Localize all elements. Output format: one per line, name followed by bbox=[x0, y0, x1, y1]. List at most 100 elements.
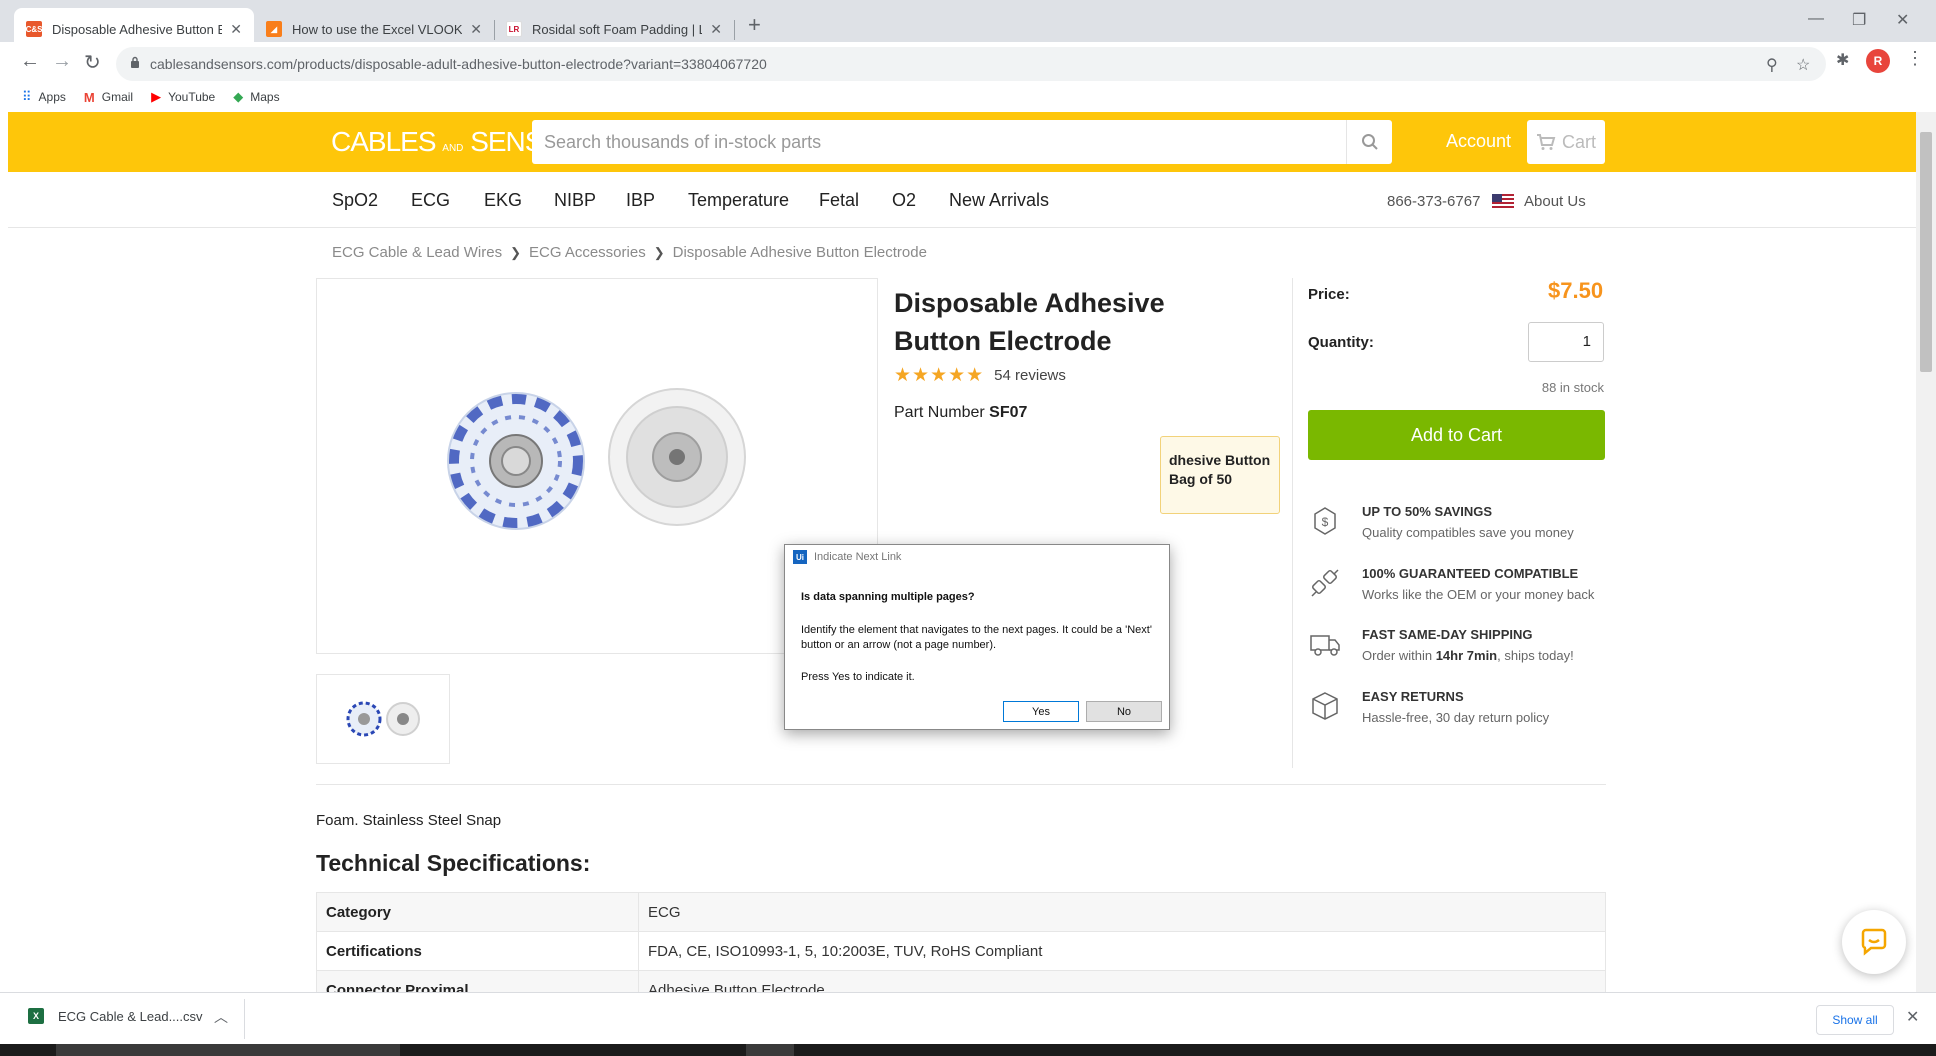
quantity-input[interactable]: 1 bbox=[1528, 322, 1604, 362]
shipping-text-prefix: Order within bbox=[1362, 648, 1436, 663]
product-variant-notice: dhesive Button Bag of 50 bbox=[1160, 436, 1280, 514]
taskbar-search[interactable] bbox=[56, 1044, 400, 1056]
bookmark-label: Maps bbox=[250, 90, 280, 104]
cables-sensors-favicon-icon: C&S bbox=[26, 21, 42, 37]
minimize-window-icon[interactable]: — bbox=[1808, 10, 1824, 28]
shipping-countdown: 14hr 7min bbox=[1435, 648, 1498, 663]
excel-file-icon: X bbox=[28, 1008, 44, 1024]
chevron-up-icon[interactable]: ︿ bbox=[214, 1007, 228, 1027]
search-icon bbox=[1361, 134, 1378, 150]
indicate-next-link-dialog: Ui Indicate Next Link Is data spanning m… bbox=[784, 544, 1170, 730]
about-us-link[interactable]: About Us bbox=[1524, 193, 1586, 210]
forward-arrow-icon[interactable]: → bbox=[52, 50, 72, 73]
cart-button[interactable]: Cart bbox=[1527, 120, 1605, 164]
tab-title: Rosidal soft Foam Padding | L&R bbox=[532, 21, 702, 37]
nav-o2[interactable]: O2 bbox=[892, 190, 916, 211]
tech-specs-heading: Technical Specifications: bbox=[316, 850, 591, 876]
no-button[interactable]: No bbox=[1086, 701, 1162, 722]
address-bar[interactable]: cablesandsensors.com/products/disposable… bbox=[116, 47, 1826, 81]
feature-text: Order within 14hr 7min, ships today! bbox=[1362, 648, 1574, 663]
logo-text-and: AND bbox=[442, 143, 464, 154]
bookmark-apps[interactable]: ⠿ Apps bbox=[22, 89, 66, 105]
nav-nibp[interactable]: NIBP bbox=[554, 190, 596, 211]
breadcrumb-ecg-cable-lead-wires[interactable]: ECG Cable & Lead Wires bbox=[332, 244, 502, 261]
page-scrollbar[interactable] bbox=[1916, 112, 1936, 992]
chrome-menu-icon[interactable]: ⋮ bbox=[1906, 48, 1924, 69]
variant-notice-text: dhesive Button Bag of 50 bbox=[1169, 451, 1270, 489]
scrollbar-thumb[interactable] bbox=[1920, 132, 1932, 372]
chat-widget-button[interactable] bbox=[1842, 910, 1906, 974]
product-thumbnail[interactable] bbox=[316, 674, 450, 764]
search-box bbox=[532, 120, 1392, 164]
close-tab-icon[interactable]: ✕ bbox=[230, 21, 242, 38]
breadcrumb-ecg-accessories[interactable]: ECG Accessories bbox=[529, 244, 646, 261]
nav-temperature[interactable]: Temperature bbox=[688, 190, 789, 211]
chat-bubble-icon bbox=[1861, 928, 1887, 956]
nav-ecg[interactable]: ECG bbox=[411, 190, 450, 211]
back-arrow-icon[interactable]: ← bbox=[20, 50, 40, 73]
nav-fetal[interactable]: Fetal bbox=[819, 190, 859, 211]
table-row: Connector Proximal Adhesive Button Elect… bbox=[316, 970, 1606, 992]
tech-specs-table: Category ECG Certifications FDA, CE, ISO… bbox=[316, 892, 1606, 992]
feature-title: UP TO 50% SAVINGS bbox=[1362, 504, 1493, 519]
search-input[interactable] bbox=[544, 130, 1324, 154]
url-text: cablesandsensors.com/products/disposable… bbox=[150, 56, 767, 72]
apps-grid-icon: ⠿ bbox=[22, 89, 32, 104]
close-tab-icon[interactable]: ✕ bbox=[470, 21, 482, 38]
yes-button[interactable]: Yes bbox=[1003, 701, 1079, 722]
part-number: Part Number SF07 bbox=[894, 404, 1027, 422]
product-title: Disposable Adhesive Button Electrode bbox=[894, 288, 1165, 356]
reload-icon[interactable]: ↻ bbox=[84, 50, 101, 75]
browser-toolbar: ← → ↻ cablesandsensors.com/products/disp… bbox=[0, 42, 1936, 86]
feature-title: FAST SAME-DAY SHIPPING bbox=[1362, 627, 1533, 642]
restore-window-icon[interactable]: ❐ bbox=[1852, 10, 1866, 30]
bookmark-star-icon[interactable]: ☆ bbox=[1796, 55, 1810, 75]
search-button[interactable] bbox=[1346, 120, 1392, 164]
phone-number[interactable]: 866-373-6767 bbox=[1387, 193, 1480, 210]
bookmark-gmail[interactable]: M Gmail bbox=[84, 90, 133, 105]
add-to-cart-button[interactable]: Add to Cart bbox=[1308, 410, 1605, 460]
dialog-title: Indicate Next Link bbox=[814, 551, 902, 563]
shipping-text-suffix: , ships today! bbox=[1497, 648, 1574, 663]
taskbar-app[interactable] bbox=[746, 1044, 794, 1056]
spec-key: Category bbox=[316, 892, 639, 932]
account-link[interactable]: Account bbox=[1446, 131, 1511, 152]
logo-text-cables: CABLES bbox=[331, 126, 436, 157]
spec-value: ECG bbox=[638, 892, 1606, 932]
profile-avatar[interactable]: R bbox=[1866, 49, 1890, 73]
reviews-count[interactable]: 54 reviews bbox=[994, 367, 1066, 384]
download-separator bbox=[244, 999, 245, 1039]
tab-title: How to use the Excel VLOOKUP F bbox=[292, 21, 463, 37]
download-item[interactable]: X ECG Cable & Lead....csv bbox=[28, 1008, 203, 1024]
tab-title: Disposable Adhesive Button Elec bbox=[52, 21, 223, 37]
site-header: CABLES AND SENSORS Account Cart bbox=[8, 112, 1916, 172]
close-download-bar-icon[interactable]: ✕ bbox=[1906, 1007, 1919, 1027]
blog-favicon-icon: ◢ bbox=[266, 21, 282, 37]
thumbnail-image bbox=[346, 701, 420, 737]
lock-icon bbox=[131, 56, 139, 68]
breadcrumb: ECG Cable & Lead Wires ❯ ECG Accessories… bbox=[332, 244, 927, 261]
maps-icon: ◆ bbox=[233, 89, 244, 104]
product-rating[interactable]: ★★★★★ 54 reviews bbox=[894, 364, 1066, 387]
table-row: Certifications FDA, CE, ISO10993-1, 5, 1… bbox=[316, 931, 1606, 971]
plug-connector-icon bbox=[1311, 569, 1339, 597]
notice-line-2: Bag of 50 bbox=[1169, 471, 1233, 487]
web-page: CABLES AND SENSORS Account Cart SpO2 ECG bbox=[8, 112, 1916, 992]
stock-status: 88 in stock bbox=[1541, 380, 1604, 395]
nav-new-arrivals[interactable]: New Arrivals bbox=[949, 190, 1049, 211]
nav-ibp[interactable]: IBP bbox=[626, 190, 655, 211]
product-description: Foam. Stainless Steel Snap bbox=[316, 812, 502, 829]
close-window-icon[interactable]: ✕ bbox=[1896, 10, 1909, 30]
bookmark-maps[interactable]: ◆ Maps bbox=[233, 89, 279, 105]
nav-spo2[interactable]: SpO2 bbox=[332, 190, 378, 211]
nav-ekg[interactable]: EKG bbox=[484, 190, 522, 211]
dialog-titlebar: Ui Indicate Next Link bbox=[785, 545, 1169, 569]
extensions-puzzle-icon[interactable]: ✱ bbox=[1836, 50, 1849, 70]
new-tab-icon[interactable]: + bbox=[748, 12, 761, 38]
quantity-label: Quantity: bbox=[1308, 334, 1374, 351]
close-tab-icon[interactable]: ✕ bbox=[710, 21, 722, 38]
download-bar: X ECG Cable & Lead....csv ︿ Show all ✕ bbox=[0, 992, 1936, 1044]
show-all-downloads-button[interactable]: Show all bbox=[1816, 1005, 1894, 1035]
bookmark-youtube[interactable]: ▶ YouTube bbox=[151, 89, 215, 105]
zoom-icon[interactable]: ⚲ bbox=[1766, 55, 1778, 75]
